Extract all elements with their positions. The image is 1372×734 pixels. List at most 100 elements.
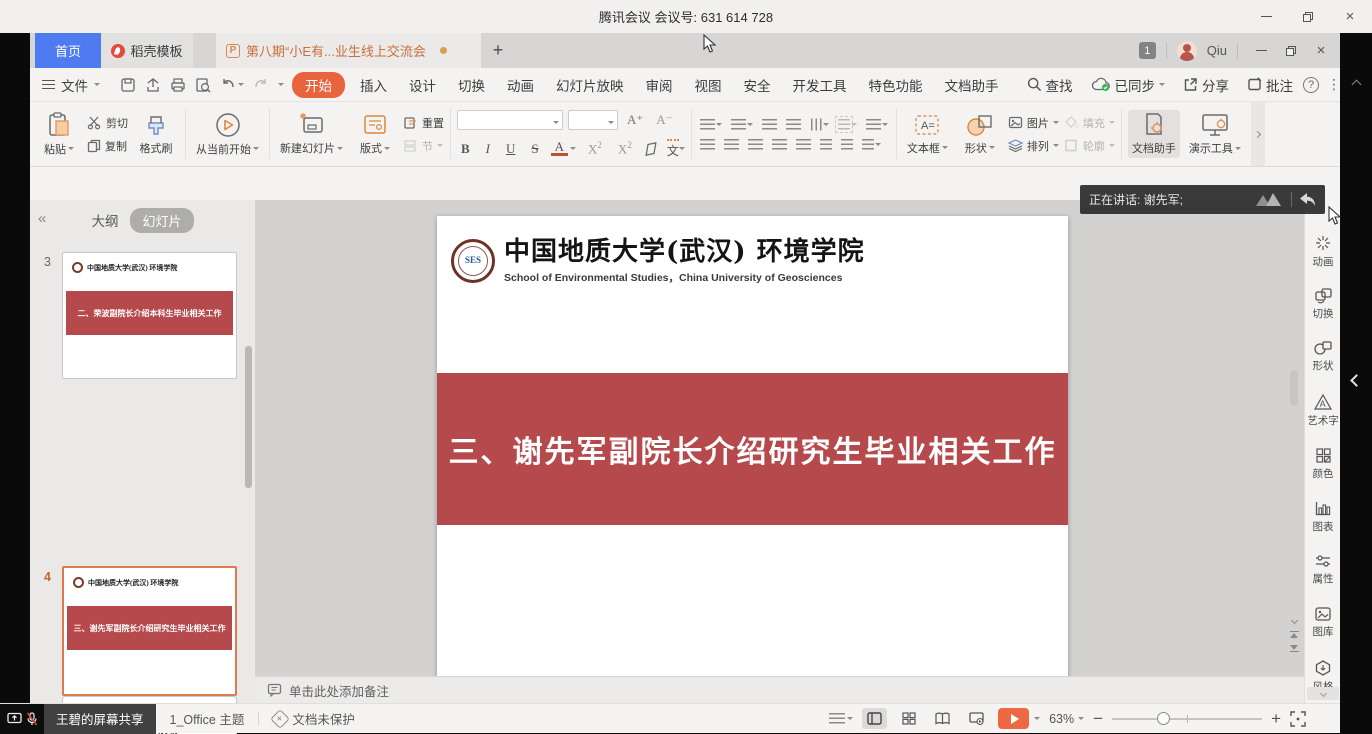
next-slide-button[interactable] [1290, 645, 1299, 653]
justify-icon[interactable] [772, 139, 787, 150]
meeting-panel-collapse-button[interactable] [1352, 372, 1361, 390]
screen-share-icon[interactable] [7, 712, 22, 725]
theme-status[interactable]: 1_Office 主题 [156, 709, 259, 728]
line-spacing-button[interactable] [866, 119, 888, 130]
output-icon[interactable] [145, 77, 161, 93]
sidebar-item-colors[interactable]: 颜色 [1305, 448, 1341, 481]
sidebar-item-shapes[interactable]: 形状 [1305, 341, 1341, 373]
sidebar-item-transition[interactable]: 切换 [1305, 288, 1341, 321]
chevron-down-icon[interactable] [1034, 717, 1040, 723]
format-painter-button[interactable]: 格式刷 [133, 111, 179, 158]
decrease-indent-icon[interactable] [762, 119, 777, 130]
wps-restore-button[interactable] [1278, 40, 1304, 62]
align-text-button[interactable] [838, 119, 857, 130]
tab-outline[interactable]: 大纲 [91, 210, 118, 230]
underline-button[interactable]: U [502, 141, 519, 157]
undo-button[interactable] [220, 78, 244, 92]
more-menu-button[interactable]: ⋮ [1321, 76, 1347, 93]
increase-font-button[interactable]: A⁺ [623, 112, 647, 128]
previous-slide-button[interactable] [1290, 630, 1299, 638]
user-name[interactable]: Qiu [1207, 43, 1227, 58]
back-arrow-icon[interactable] [1299, 192, 1316, 207]
print-preview-icon[interactable] [195, 77, 211, 93]
share-button[interactable]: 分享 [1175, 75, 1237, 95]
arrange-button[interactable]: 排列 [1008, 138, 1059, 154]
slide-thumbnail-3[interactable]: 中国地质大学(武汉) 环境学院 二、荣波副院长介绍本科生毕业相关工作 [62, 252, 237, 379]
menu-item-transition[interactable]: 切换 [447, 75, 496, 95]
para-space-after-icon[interactable] [841, 139, 853, 150]
menu-item-animation[interactable]: 动画 [496, 75, 545, 95]
reset-button[interactable]: 重置 [403, 115, 444, 131]
collapse-ribbon-button[interactable] [1352, 80, 1362, 90]
menu-item-home[interactable]: 开始 [292, 72, 345, 98]
slide-title-banner[interactable]: 三、谢先军副院长介绍研究生毕业相关工作 [437, 373, 1068, 525]
notes-toggle-button[interactable] [829, 713, 853, 724]
section-button[interactable]: 节 [403, 138, 444, 154]
align-center-icon[interactable] [724, 139, 739, 150]
slider-knob[interactable] [1157, 712, 1170, 725]
align-right-icon[interactable] [748, 139, 763, 150]
menu-item-slideshow[interactable]: 幻灯片放映 [545, 75, 635, 95]
notes-bar[interactable]: 单击此处添加备注 [255, 676, 1304, 703]
bold-button[interactable]: B [457, 141, 474, 157]
sidebar-item-gallery[interactable]: 图库 [1305, 607, 1341, 639]
play-slideshow-button[interactable] [998, 708, 1029, 729]
italic-button[interactable]: I [482, 141, 494, 157]
sidebar-item-properties[interactable]: 属性 [1305, 554, 1341, 586]
slide-canvas[interactable]: SES 中国地质大学(武汉) 环境学院 School of Environmen… [437, 216, 1068, 691]
decrease-font-button[interactable]: A⁻ [652, 112, 676, 128]
scroll-down-icon[interactable] [1290, 617, 1297, 624]
menu-item-security[interactable]: 安全 [733, 75, 782, 95]
text-direction-button[interactable] [810, 119, 829, 130]
tab-document[interactable]: P 第八期“小E有...业生线上交流会 [216, 33, 481, 68]
present-tools-button[interactable]: 演示工具 [1185, 110, 1245, 158]
numbered-list-button[interactable] [731, 119, 753, 130]
comment-button[interactable]: 批注 [1239, 75, 1301, 95]
increase-indent-icon[interactable] [786, 119, 801, 130]
sidebar-item-wordart[interactable]: A 艺术字 [1305, 394, 1341, 428]
menu-item-special-features[interactable]: 特色功能 [858, 75, 934, 95]
view-slideshow-button[interactable] [964, 708, 989, 729]
menu-item-review[interactable]: 审阅 [635, 75, 684, 95]
font-size-select[interactable] [568, 110, 618, 130]
pinyin-button[interactable]: 文 [667, 139, 685, 159]
find-button[interactable]: 查找 [1016, 75, 1084, 95]
sidebar-expand-button[interactable] [1307, 687, 1339, 700]
play-from-current-button[interactable]: 从当前开始 [192, 110, 263, 159]
view-sorter-button[interactable] [896, 708, 921, 729]
protection-status[interactable]: × 文档未保护 [259, 709, 369, 728]
clear-format-icon[interactable] [644, 142, 659, 156]
zoom-in-button[interactable]: + [1271, 710, 1281, 727]
picture-button[interactable]: 图片 [1008, 115, 1059, 131]
menu-item-devtools[interactable]: 开发工具 [782, 75, 858, 95]
new-slide-button[interactable]: 新建幻灯片 [276, 110, 347, 158]
shapes-button[interactable]: 形状 [957, 111, 1003, 158]
fill-button[interactable]: 填充 [1064, 115, 1115, 131]
para-spacing-button[interactable] [862, 139, 881, 150]
outline-button[interactable]: 轮廓 [1064, 138, 1115, 154]
menu-item-view[interactable]: 视图 [684, 75, 733, 95]
view-reading-button[interactable] [930, 708, 955, 729]
subscript-button[interactable]: X2 [614, 140, 636, 157]
new-tab-button[interactable]: + [481, 33, 515, 68]
zoom-out-button[interactable]: − [1093, 710, 1103, 727]
meeting-close-button[interactable]: × [1336, 5, 1364, 29]
sidebar-item-charts[interactable]: 图表 [1305, 501, 1341, 534]
superscript-button[interactable]: X2 [584, 140, 606, 157]
zoom-slider[interactable] [1112, 712, 1262, 726]
font-color-button[interactable]: A [551, 141, 568, 156]
collapse-panel-button[interactable]: « [38, 210, 45, 227]
font-name-select[interactable] [457, 110, 563, 130]
toolbar-more-strip[interactable] [1251, 102, 1265, 166]
paste-button[interactable]: 粘贴 [36, 110, 82, 159]
panel-scrollbar-thumb[interactable] [245, 346, 252, 488]
layout-button[interactable]: 版式 [352, 110, 398, 158]
align-left-icon[interactable] [700, 139, 715, 150]
zoom-level[interactable]: 63% [1049, 712, 1084, 726]
fit-to-window-icon[interactable] [1290, 711, 1306, 727]
task-count-badge[interactable]: 1 [1139, 42, 1156, 59]
view-normal-button[interactable] [862, 708, 887, 729]
redo-icon[interactable] [253, 78, 269, 92]
wps-close-button[interactable]: × [1308, 40, 1334, 62]
tab-slides[interactable]: 幻灯片 [130, 208, 193, 233]
